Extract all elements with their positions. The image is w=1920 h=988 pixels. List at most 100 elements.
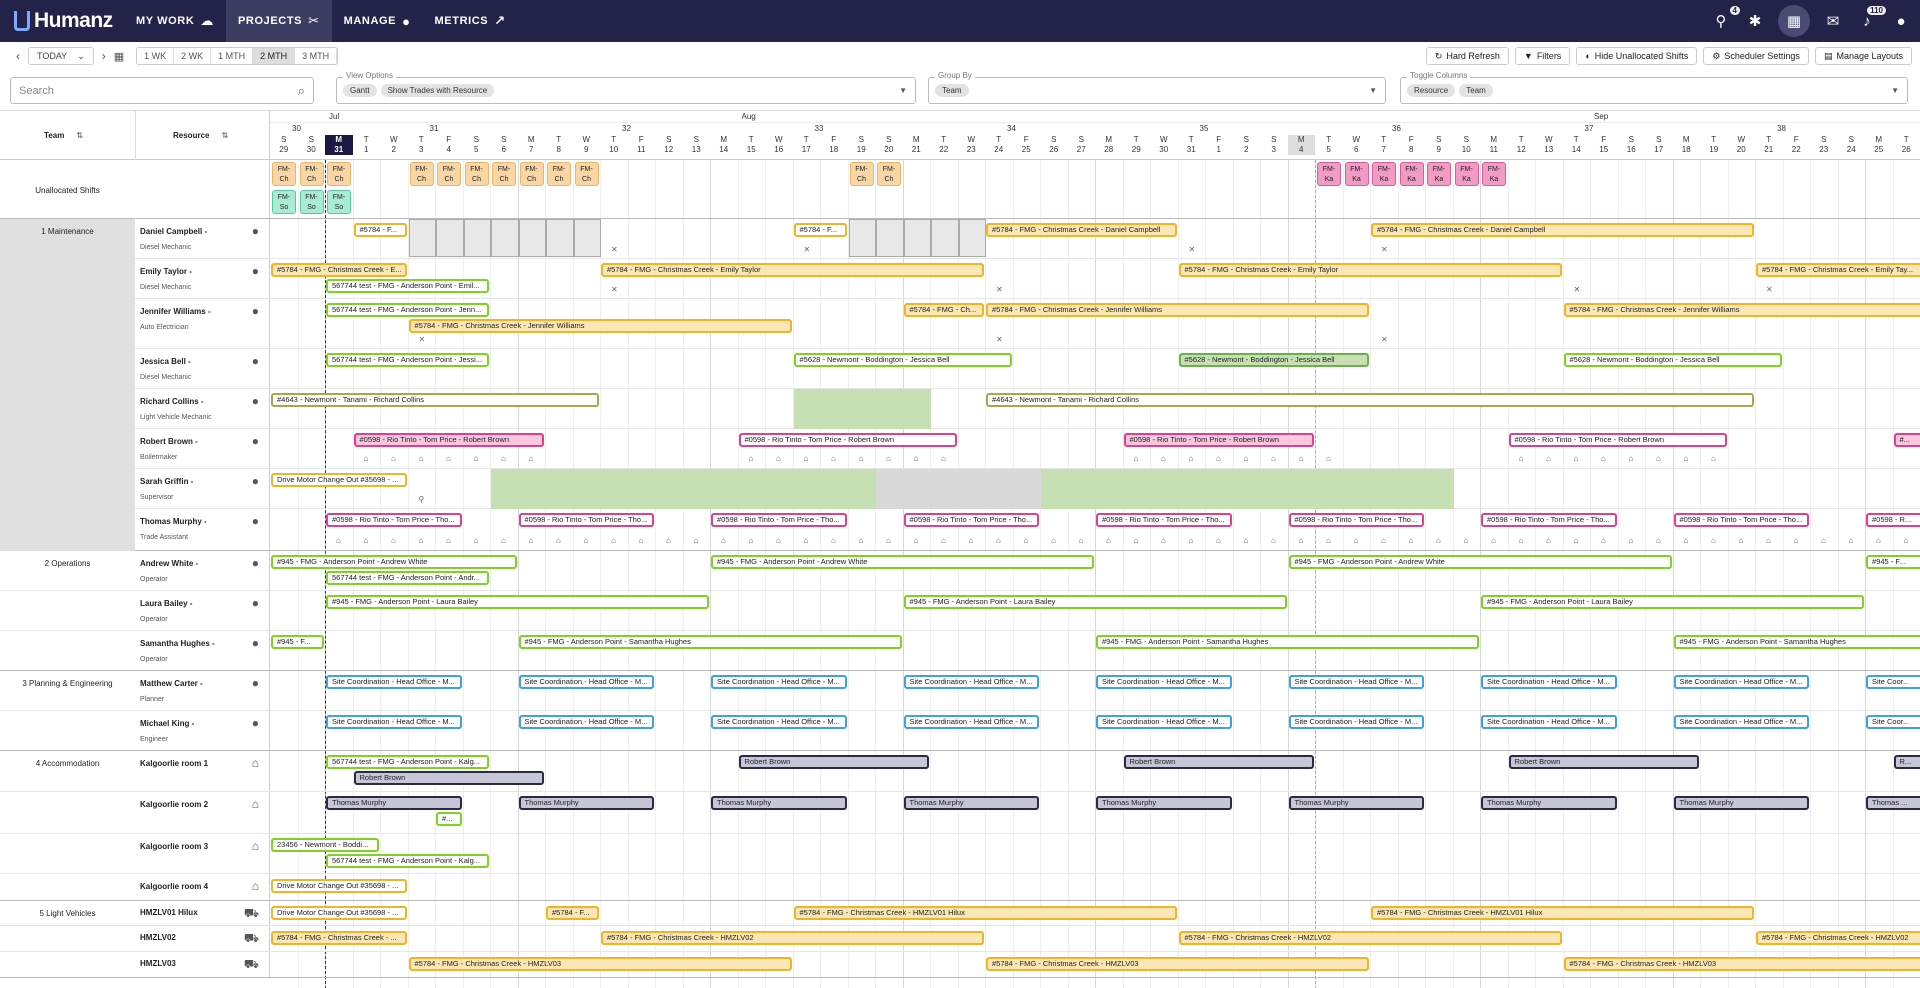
booking-bar[interactable]: #5628 - Newmont - Boddington - Jessica B… [1563,353,1782,367]
day-column-header[interactable]: W 30 [1150,135,1178,155]
resource-cell[interactable]: Kalgoorlie room 2 ⌂ [135,792,270,833]
booking-bar[interactable]: Robert Brown [738,755,929,769]
day-column-header[interactable]: S 10 [1453,135,1481,155]
booking-bar[interactable]: #5784 - FMG - Christmas Creek - Jennifer… [986,303,1369,317]
booking-bar[interactable]: Thomas ... [1866,796,1920,810]
resource-cell[interactable]: HMZLV02 ⛟ [135,926,270,951]
day-column-header[interactable]: S 12 [655,135,683,155]
nav-projects[interactable]: PROJECTS ✂ [226,0,332,42]
day-column-header[interactable]: M 31 [325,135,353,155]
resource-cell[interactable]: Kalgoorlie room 4 ⌂ [135,874,270,900]
resource-name[interactable]: Kalgoorlie room 1 [140,759,208,768]
bell-icon[interactable]: ♪ 110 [1856,6,1886,32]
booking-bar[interactable]: Site Coordination - Head Office - M... [903,675,1039,689]
day-column-header[interactable]: T 12 [1508,135,1536,155]
chip-resource[interactable]: Resource [1407,84,1456,97]
day-column-header[interactable]: M 25 [1865,135,1893,155]
booking-bar[interactable]: #0598 - Rio Tinto - Tom Price - Tho... [326,513,462,527]
day-column-header[interactable]: M 21 [903,135,931,155]
day-column-header[interactable]: F4 [435,135,463,155]
scheduler-settings-button[interactable]: ⚙ Scheduler Settings [1703,47,1809,65]
booking-bar[interactable]: #945 - FMG - Anderson Point - Andrew Whi… [1288,555,1672,569]
booking-bar[interactable]: #945 - FMG - Anderson Point - Andrew Whi… [271,555,517,569]
unallocated-shift[interactable]: FM- Ch [327,162,351,186]
booking-bar[interactable]: #0598 - Rio Tinto - Tom Price - Tho... [903,513,1039,527]
booking-bar[interactable]: Site Coordination - Head Office - M... [711,675,847,689]
resource-cell[interactable]: Jessica Bell - Diesel Mechanic ● [135,349,270,388]
booking-bar[interactable]: #5784 - FMG - Christmas Creek - Daniel C… [1371,223,1754,237]
day-column-header[interactable]: W 23 [958,135,986,155]
resource-cell[interactable]: HMZLV01 Hilux ⛟ [135,901,270,925]
booking-bar[interactable]: Thomas Murphy [1673,796,1809,810]
booking-bar[interactable]: #5784 - F... [353,223,407,237]
resource-name[interactable]: Samantha Hughes - [140,639,215,648]
booking-bar[interactable]: Thomas Murphy [903,796,1039,810]
day-column-header[interactable]: T 21 [1755,135,1783,155]
booking-bar[interactable]: Thomas Murphy [518,796,654,810]
location-icon[interactable]: ⚲ 4 [1710,6,1740,32]
unallocated-shift[interactable]: FM- Ka [1427,162,1451,186]
day-column-header[interactable]: T7 [1370,135,1398,155]
resource-name[interactable]: HMZLV01 Hilux [140,908,198,917]
booking-bar[interactable]: Robert Brown [1508,755,1699,769]
day-column-header[interactable]: M 14 [710,135,738,155]
booking-bar[interactable]: Site Coordination - Head Office - M... [711,715,847,729]
unallocated-shift[interactable]: FM- Ch [877,162,901,186]
unallocated-shift[interactable]: FM- Ka [1399,162,1424,186]
sort-icon[interactable]: ⇅ [77,131,84,140]
day-column-header[interactable]: S 29 [270,135,298,155]
unallocated-shift[interactable]: FM- Ch [272,162,296,186]
chip-team[interactable]: Team [935,84,969,97]
day-column-header[interactable]: W 20 [1728,135,1756,155]
booking-bar[interactable]: Site Coordination - Head Office - M... [326,675,462,689]
resource-cell[interactable]: HMZLV03 ⛟ [135,952,270,977]
booking-bar[interactable]: #5784 - FMG - Christmas Creek - Emily Ta… [1756,263,1920,277]
range-3-mth[interactable]: 3 MTH [295,48,338,64]
resource-name[interactable]: Jennifer Williams - [140,307,211,316]
day-column-header[interactable]: W2 [380,135,408,155]
unallocated-shift[interactable]: FM- Ch [437,162,461,186]
booking-bar[interactable]: #5784 - FMG - Ch... [903,303,984,317]
day-column-header[interactable]: F 11 [628,135,656,155]
sort-icon[interactable]: ⇅ [222,131,229,140]
calendar-picker-icon[interactable]: ▦ [114,50,124,63]
day-column-header[interactable]: S 19 [848,135,876,155]
unallocated-shift[interactable]: FM- Ch [547,162,571,186]
booking-bar[interactable]: 567744 test - FMG - Anderson Point - Kal… [326,755,489,769]
chat-icon[interactable]: ✉ [1822,10,1844,32]
booking-bar[interactable]: #5784 - FMG - Christmas Creek - Jennifer… [408,319,792,333]
chip-team-column[interactable]: Team [1459,84,1493,97]
day-column-header[interactable]: S 23 [1810,135,1838,155]
booking-bar[interactable]: #... [1893,433,1920,447]
day-column-header[interactable]: M 18 [1673,135,1701,155]
booking-bar[interactable]: #945 - FMG - Anderson Point - Laura Bail… [903,595,1287,609]
booking-bar[interactable]: Robert Brown [1123,755,1314,769]
filters-button[interactable]: ▼ Filters [1514,47,1571,65]
booking-bar[interactable]: #0598 - Rio Tinto - Tom Price - Tho... [711,513,847,527]
unallocated-shift[interactable]: FM- So [327,190,351,214]
resource-cell[interactable]: Richard Collins - Light Vehicle Mechanic ● [135,389,270,428]
unallocated-shift[interactable]: FM- Ch [849,162,874,186]
resource-cell[interactable]: Thomas Murphy - Trade Assistant ● [135,509,270,550]
booking-bar[interactable]: #945 - F... [271,635,324,649]
day-column-header[interactable]: S6 [490,135,518,155]
booking-bar[interactable]: 23456 - Newmont - Boddi... [271,838,379,852]
day-column-header[interactable]: T5 [1315,135,1343,155]
day-column-header[interactable]: F1 [1205,135,1233,155]
resource-cell[interactable]: Laura Bailey - Operator ● [135,591,270,630]
resource-name[interactable]: Jessica Bell - [140,357,191,366]
booking-bar[interactable]: 567744 test - FMG - Anderson Point - Jes… [326,353,489,367]
day-column-header[interactable]: T 29 [1123,135,1151,155]
day-column-header[interactable]: S 30 [298,135,326,155]
resource-cell[interactable]: Michael King - Engineer ● [135,711,270,750]
booking-bar[interactable]: Thomas Murphy [326,796,462,810]
day-column-header[interactable]: F 25 [1013,135,1041,155]
booking-bar[interactable]: #5784 - FMG - Christmas Creek - HMZLV01 … [1371,906,1754,920]
booking-bar[interactable]: Site Coor... [1866,675,1920,689]
booking-bar[interactable]: #5784 - FMG - Christmas Creek - E... [271,263,407,277]
resource-cell[interactable]: Kalgoorlie room 1 ⌂ [135,751,270,791]
resource-name[interactable]: Sarah Griffin - [140,477,193,486]
resource-cell[interactable]: Jennifer Williams - Auto Electrician ● [135,299,270,348]
booking-bar[interactable]: #945 - F... [1866,555,1920,569]
booking-bar[interactable]: Thomas Murphy [1481,796,1617,810]
